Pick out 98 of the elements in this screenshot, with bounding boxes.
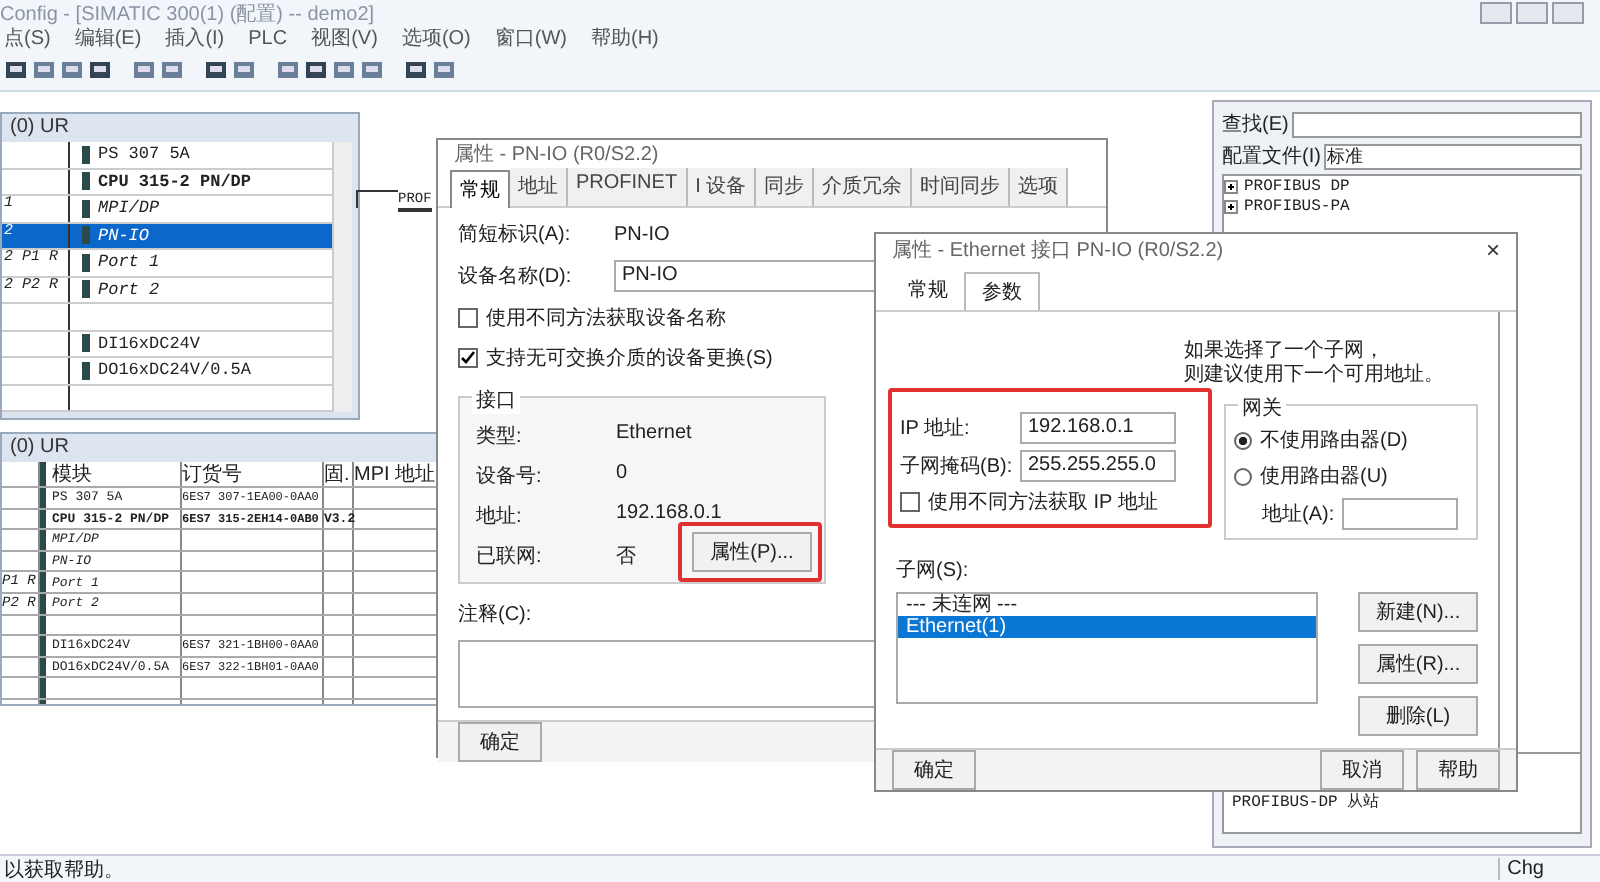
cancel-button[interactable]: 取消 — [1320, 750, 1404, 790]
rack-row[interactable]: PS 307 5A — [2, 142, 332, 169]
radio-button[interactable] — [1234, 431, 1252, 449]
menu-item[interactable]: 编辑(E) — [74, 24, 142, 52]
field-label: 设备号: — [476, 464, 544, 490]
tab[interactable]: PROFINET — [568, 168, 688, 206]
module-name: Port 2 — [98, 279, 160, 300]
list-item[interactable]: --- 未连网 --- — [898, 594, 1316, 616]
radio-button[interactable] — [1234, 467, 1252, 485]
checkbox-label: 使用不同方法获取设备名称 — [486, 305, 726, 332]
field-label: 子网(S): — [896, 558, 971, 584]
field-label: 类型: — [476, 423, 524, 450]
field-label: 子网掩码(B): — [900, 454, 1015, 480]
menu-item[interactable]: 点(S) — [4, 24, 51, 52]
search-field[interactable] — [1292, 111, 1582, 137]
field-label: 已联网: — [476, 544, 544, 570]
tree-item[interactable]: PROFIBUS-PA — [1224, 196, 1580, 216]
rack-row[interactable]: CPU 315-2 PN/DP — [2, 169, 332, 196]
column-header: 固. — [324, 462, 354, 486]
ok-button[interactable]: 确定 — [458, 722, 542, 762]
field-label: IP 地址: — [900, 415, 972, 442]
search-label: 查找(E) — [1222, 111, 1289, 138]
menu-item[interactable]: 帮助(H) — [591, 24, 659, 52]
hint-text: 则建议使用下一个可用地址。 — [1184, 364, 1444, 388]
module-name: DI16xDC24V — [98, 333, 201, 354]
radio-label: 使用路由器(U) — [1260, 463, 1388, 490]
dialog-title: 属性 - Ethernet 接口 PN-IO (R0/S2.2) — [892, 237, 1224, 263]
tool-icon[interactable] — [304, 58, 328, 82]
list-item[interactable]: Ethernet(1) — [898, 616, 1316, 638]
field-label: 地址(A): — [1262, 501, 1335, 528]
expander-icon[interactable] — [1224, 199, 1238, 213]
status-mode: Chg — [1497, 858, 1544, 880]
tool-icon[interactable] — [204, 58, 228, 82]
dialog-button[interactable]: 属性(R)... — [1358, 644, 1478, 684]
checkbox[interactable] — [458, 308, 478, 328]
tab[interactable]: 同步 — [756, 168, 815, 206]
checkbox-label: 支持无可交换介质的设备更换(S) — [486, 345, 773, 372]
field-label: 设备名称(D): — [458, 264, 574, 290]
scrollbar[interactable] — [332, 142, 352, 412]
field-value: PN-IO — [614, 223, 670, 245]
tool-icon[interactable] — [88, 58, 112, 82]
help-button[interactable]: 帮助 — [1416, 750, 1500, 790]
group-title: 网关 — [1238, 394, 1286, 422]
module-name: DO16xDC24V/0.5A — [98, 360, 252, 381]
status-text: 以获取帮助。 — [4, 857, 124, 882]
rack-row[interactable]: DI16xDC24V — [2, 331, 332, 358]
network-line — [356, 190, 398, 208]
field-label: 地址: — [476, 503, 524, 530]
field-value: 否 — [616, 544, 636, 570]
hint-text: 如果选择了一个子网， — [1184, 340, 1384, 363]
window-title: Config - [SIMATIC 300(1) (配置) -- demo2] — [0, 1, 377, 27]
field-label: 简短标识(A): — [458, 221, 573, 248]
checkbox-label: 使用不同方法获取 IP 地址 — [928, 489, 1158, 516]
column-header: MPI 地址 — [354, 462, 436, 486]
module-name: CPU 315-2 PN/DP — [98, 171, 252, 192]
module-name: PS 307 5A — [98, 144, 190, 165]
column-header: 订货号 — [182, 462, 324, 486]
tab[interactable]: 地址 — [510, 168, 568, 206]
checkbox[interactable] — [900, 492, 920, 512]
field-value: 192.168.0.1 — [616, 502, 722, 528]
tab[interactable]: I 设备 — [687, 168, 757, 206]
checkbox[interactable] — [458, 348, 478, 368]
field-value: Ethernet — [616, 422, 692, 448]
tab[interactable]: 选项 — [1010, 168, 1069, 206]
tab[interactable]: 时间同步 — [912, 168, 1011, 206]
rack-row[interactable]: DO16xDC24V/0.5A — [2, 358, 332, 385]
profile-dropdown[interactable]: 标准 — [1324, 143, 1582, 169]
ok-button[interactable]: 确定 — [892, 750, 976, 790]
info-text: PROFIBUS-DP 从站 — [1232, 794, 1380, 812]
close-button[interactable]: × — [1485, 235, 1500, 263]
field-label: 注释(C): — [458, 601, 532, 628]
tab[interactable]: 常规 — [450, 170, 510, 208]
module-name: Port 1 — [98, 252, 160, 273]
module-name: MPI/DP — [98, 198, 160, 219]
dialog-title: 属性 - PN-IO (R0/S2.2) — [454, 141, 659, 168]
input-field[interactable]: 192.168.0.1 — [1020, 412, 1176, 444]
tree-item[interactable]: PROFIBUS DP — [1224, 176, 1580, 196]
radio-label: 不使用路由器(D) — [1260, 427, 1408, 454]
menu-item[interactable]: PLC — [248, 27, 288, 49]
tool-icon[interactable] — [4, 58, 28, 82]
tool-icon[interactable] — [404, 58, 428, 82]
highlight-frame — [678, 522, 822, 582]
input-field[interactable]: 255.255.255.0 — [1020, 450, 1176, 482]
group-title: 接口 — [472, 386, 520, 414]
tab[interactable]: 介质冗余 — [814, 168, 913, 206]
expander-icon[interactable] — [1224, 179, 1238, 193]
menu-item[interactable]: 视图(V) — [311, 24, 378, 52]
dialog-button[interactable]: 新建(N)... — [1358, 592, 1478, 632]
dialog-button[interactable]: 删除(L) — [1358, 696, 1478, 736]
menu-item[interactable]: 插入(I) — [165, 24, 225, 52]
properties-button[interactable]: 属性(P)... — [692, 532, 812, 572]
menu-item[interactable]: 选项(O) — [401, 24, 471, 52]
menu-item[interactable]: 窗口(W) — [494, 24, 567, 52]
tab[interactable]: 参数 — [964, 272, 1040, 310]
module-name: PN-IO — [98, 225, 150, 246]
input-field[interactable] — [1342, 498, 1459, 530]
field-value: 0 — [616, 462, 628, 488]
profile-label: 配置文件(I) — [1222, 143, 1321, 170]
